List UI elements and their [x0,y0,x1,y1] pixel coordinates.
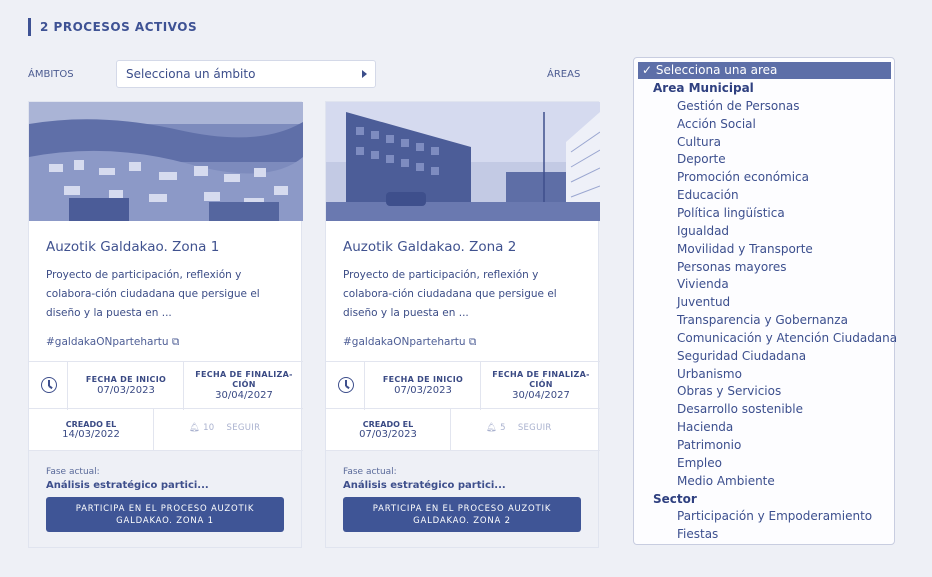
dropdown-option[interactable]: Juventud [677,293,730,311]
dropdown-option[interactable]: Medio Ambiente [677,472,775,490]
follow-button[interactable]: SEGUIR [227,423,261,433]
dropdown-option[interactable]: Deporte [677,150,726,168]
dropdown-option[interactable]: Política lingüística [677,204,785,222]
meta-row: CREADO EL 14/03/2022 🔔︎ 10 SEGUIR [29,409,303,451]
process-hashtag[interactable]: #galdakaONpartehartu ⧉ [343,336,476,349]
process-image-aerial-town[interactable] [29,102,303,221]
section-heading: 2 PROCESOS ACTIVOS [28,18,197,36]
dropdown-option[interactable]: Promoción económica [677,168,809,186]
process-title[interactable]: Auzotik Galdakao. Zona 1 [46,239,219,255]
dropdown-option[interactable]: Participación y Empoderamiento [677,507,872,525]
areas-label: ÁREAS [547,69,581,80]
follow-control[interactable]: 🔔︎ 5 SEGUIR [486,423,552,433]
caret-right-icon [362,70,367,78]
dropdown-group-label: Sector [653,491,697,506]
process-image-buildings[interactable] [326,102,600,221]
follow-control[interactable]: 🔔︎ 10 SEGUIR [189,423,260,433]
meta-row: CREADO EL 07/03/2023 🔔︎ 5 SEGUIR [326,409,600,451]
dropdown-option[interactable]: Empleo [677,454,722,472]
end-date: FECHA DE FINALIZA-CIÓN 30/04/2027 [195,370,293,401]
dates-row: FECHA DE INICIO 07/03/2023 FECHA DE FINA… [326,361,600,410]
follower-count: 5 [500,423,506,433]
created-date: CREADO EL 14/03/2022 [29,409,154,451]
areas-dropdown[interactable]: ✓ Selecciona una area Area Municipal Gest… [633,57,897,545]
follower-count: 10 [203,423,215,433]
bell-icon: 🔔︎ [486,423,498,433]
dropdown-option-selected[interactable]: ✓ Selecciona una area [638,62,891,79]
dropdown-option[interactable]: Hacienda [677,418,733,436]
process-title[interactable]: Auzotik Galdakao. Zona 2 [343,239,516,255]
dropdown-option[interactable]: Educación [677,186,739,204]
heading-accent-bar [28,18,31,36]
dropdown-option[interactable]: Acción Social [677,115,756,133]
phase-value: Análisis estratégico partici... [46,480,209,491]
dropdown-option[interactable]: Vivienda [677,275,729,293]
end-date: FECHA DE FINALIZA-CIÓN 30/04/2027 [492,370,590,401]
ambitos-select[interactable]: Selecciona un ámbito [116,60,376,88]
ambitos-select-value: Selecciona un ámbito [126,67,256,81]
participate-button[interactable]: PARTICIPA EN EL PROCESO AUZOTIK GALDAKAO… [343,497,581,532]
process-card: Auzotik Galdakao. Zona 1 Proyecto de par… [28,101,303,548]
clock-icon [338,377,354,393]
card-footer: Fase actual: Análisis estratégico partic… [326,451,598,547]
start-date: FECHA DE INICIO 07/03/2023 [69,362,184,410]
dates-row: FECHA DE INICIO 07/03/2023 FECHA DE FINA… [29,361,303,410]
dropdown-option[interactable]: Desarrollo sostenible [677,400,803,418]
dropdown-option[interactable]: Igualdad [677,222,729,240]
clock-icon [41,377,57,393]
process-card: Auzotik Galdakao. Zona 2 Proyecto de par… [325,101,600,548]
card-footer: Fase actual: Análisis estratégico partic… [29,451,301,547]
dropdown-option[interactable]: Personas mayores [677,258,787,276]
created-date: CREADO EL 07/03/2023 [326,409,451,451]
dropdown-option[interactable]: Fiestas [677,525,718,543]
dropdown-option[interactable]: Obras y Servicios [677,382,781,400]
dropdown-option[interactable]: Seguridad Ciudadana [677,347,806,365]
bell-icon: 🔔︎ [189,423,201,433]
start-date: FECHA DE INICIO 07/03/2023 [366,362,481,410]
dropdown-option[interactable]: Patrimonio [677,436,741,454]
dropdown-option[interactable]: Gestión de Personas [677,97,799,115]
section-title: 2 PROCESOS ACTIVOS [40,20,198,34]
follow-button[interactable]: SEGUIR [518,423,552,433]
dropdown-option[interactable]: Movilidad y Transporte [677,240,813,258]
dropdown-group-label: Area Municipal [653,81,754,95]
ambitos-label: ÁMBITOS [28,69,74,80]
external-link-icon: ⧉ [171,336,180,348]
process-description: Proyecto de participación, reflexión y c… [46,269,260,319]
phase-label: Fase actual: [46,467,100,477]
phase-label: Fase actual: [343,467,397,477]
dropdown-option[interactable]: Transparencia y Gobernanza [677,311,848,329]
process-hashtag[interactable]: #galdakaONpartehartu ⧉ [46,336,179,349]
process-description: Proyecto de participación, reflexión y c… [343,269,557,319]
dropdown-option[interactable]: Comunicación y Atención Ciudadana [677,329,897,347]
external-link-icon: ⧉ [468,336,477,348]
dropdown-option[interactable]: Cultura [677,133,721,151]
dropdown-option[interactable]: Urbanismo [677,365,742,383]
phase-value: Análisis estratégico partici... [343,480,506,491]
participate-button[interactable]: PARTICIPA EN EL PROCESO AUZOTIK GALDAKAO… [46,497,284,532]
